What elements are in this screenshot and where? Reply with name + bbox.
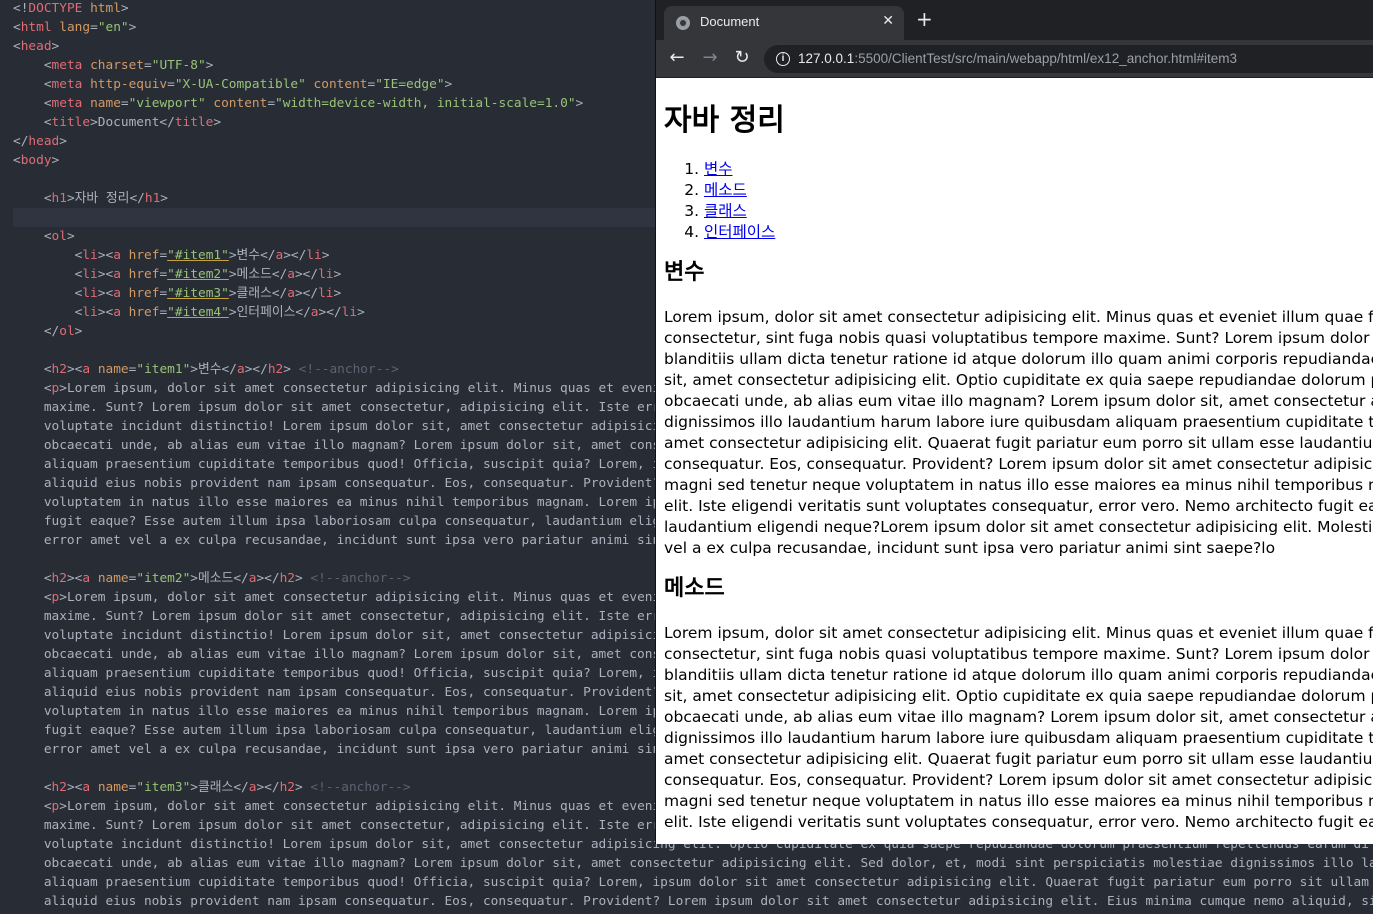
paragraph-line: consectetur, sint fuga nobis quasi volup… [664,645,1373,663]
page-heading: 자바 정리 [664,103,785,138]
paragraph-line: consequatur. Eos, consequatur. Provident… [664,455,1373,473]
paragraph-line: amet consectetur adipisicing elit. Quaer… [664,750,1373,768]
code-line[interactable]: aliquam praesentium cupiditate temporibu… [13,873,1373,892]
paragraph-line: laudantium eligendi neque?Lorem ipsum do… [664,518,1373,536]
address-bar[interactable]: i 127.0.0.1:5500/ClientTest/src/main/web… [764,45,1373,73]
paragraph-line: consectetur, sint fuga nobis quasi volup… [664,329,1373,347]
paragraph-line: dignissimos illo laudantium harum labore… [664,413,1373,431]
toc-link-variables[interactable]: 변수 [704,160,733,178]
paragraph-line: magni sed tenetur neque voluptatem in na… [664,792,1373,810]
browser-tab[interactable]: Document ✕ [664,6,904,40]
paragraph-line: obcaecati unde, ab alias eum vitae illo … [664,392,1373,410]
paragraph-line: blanditiis ullam dicta tenetur ratione i… [664,350,1373,368]
url-path: :5500/ClientTest/src/main/webapp/html/ex… [854,51,1238,66]
paragraph-line: elit. Iste eligendi veritatis sunt volup… [664,813,1373,831]
section-paragraph-variables: Lorem ipsum, dolor sit amet consectetur … [664,307,1373,559]
paragraph-line: magni sed tenetur neque voluptatem in na… [664,476,1373,494]
back-arrow-icon[interactable]: ← [666,47,688,69]
paragraph-line: consequatur. Eos, consequatur. Provident… [664,771,1373,789]
forward-arrow-icon[interactable]: → [699,47,721,69]
toc-item: 메소드 [704,180,1373,201]
toc-item: 인터페이스 [704,222,1373,243]
toc-link-classes[interactable]: 클래스 [704,202,747,220]
paragraph-line: amet consectetur adipisicing elit. Quaer… [664,434,1373,452]
paragraph-line: sit, amet consectetur adipisicing elit. … [664,371,1373,389]
code-line[interactable]: aliquid eius nobis provident nam ipsam c… [13,892,1373,911]
reload-icon[interactable]: ↻ [731,47,753,69]
info-icon[interactable]: i [776,52,790,66]
tab-title: Document [700,14,760,29]
paragraph-line: Lorem ipsum, dolor sit amet consectetur … [664,308,1373,326]
paragraph-line: Lorem ipsum, dolor sit amet consectetur … [664,624,1373,642]
url-host: 127.0.0.1 [798,51,855,66]
browser-window: Document ✕ + ← → ↻ i 127.0.0.1:5500/Clie… [656,0,1373,844]
paragraph-line: sit, amet consectetur adipisicing elit. … [664,687,1373,705]
toc-item: 클래스 [704,201,1373,222]
toc-list: 변수 메소드 클래스 인터페이스 [664,159,1373,243]
toc-item: 변수 [704,159,1373,180]
globe-icon [676,16,690,30]
close-icon[interactable]: ✕ [882,13,894,29]
paragraph-line: dignissimos illo laudantium harum labore… [664,729,1373,747]
toc-link-methods[interactable]: 메소드 [704,181,747,199]
section-heading-variables: 변수 [664,260,705,285]
paragraph-line: vel a ex culpa recusandae, incidunt sunt… [664,539,1276,557]
url-text[interactable]: 127.0.0.1:5500/ClientTest/src/main/webap… [798,51,1237,66]
new-tab-button[interactable]: + [916,9,933,29]
browser-toolbar: ← → ↻ i 127.0.0.1:5500/ClientTest/src/ma… [656,40,1373,78]
code-line[interactable]: obcaecati unde, ab alias eum vitae illo … [13,854,1373,873]
paragraph-line: obcaecati unde, ab alias eum vitae illo … [664,708,1373,726]
section-heading-methods: 메소드 [664,576,725,601]
paragraph-line: elit. Iste eligendi veritatis sunt volup… [664,497,1373,515]
section-paragraph-methods: Lorem ipsum, dolor sit amet consectetur … [664,623,1373,833]
paragraph-line: blanditiis ullam dicta tenetur ratione i… [664,666,1373,684]
tab-strip: Document ✕ + [656,0,1373,40]
page-viewport[interactable]: 자바 정리 변수 메소드 클래스 인터페이스 변수 Lorem ipsum, d… [656,78,1373,844]
toc-link-interfaces[interactable]: 인터페이스 [704,223,775,241]
